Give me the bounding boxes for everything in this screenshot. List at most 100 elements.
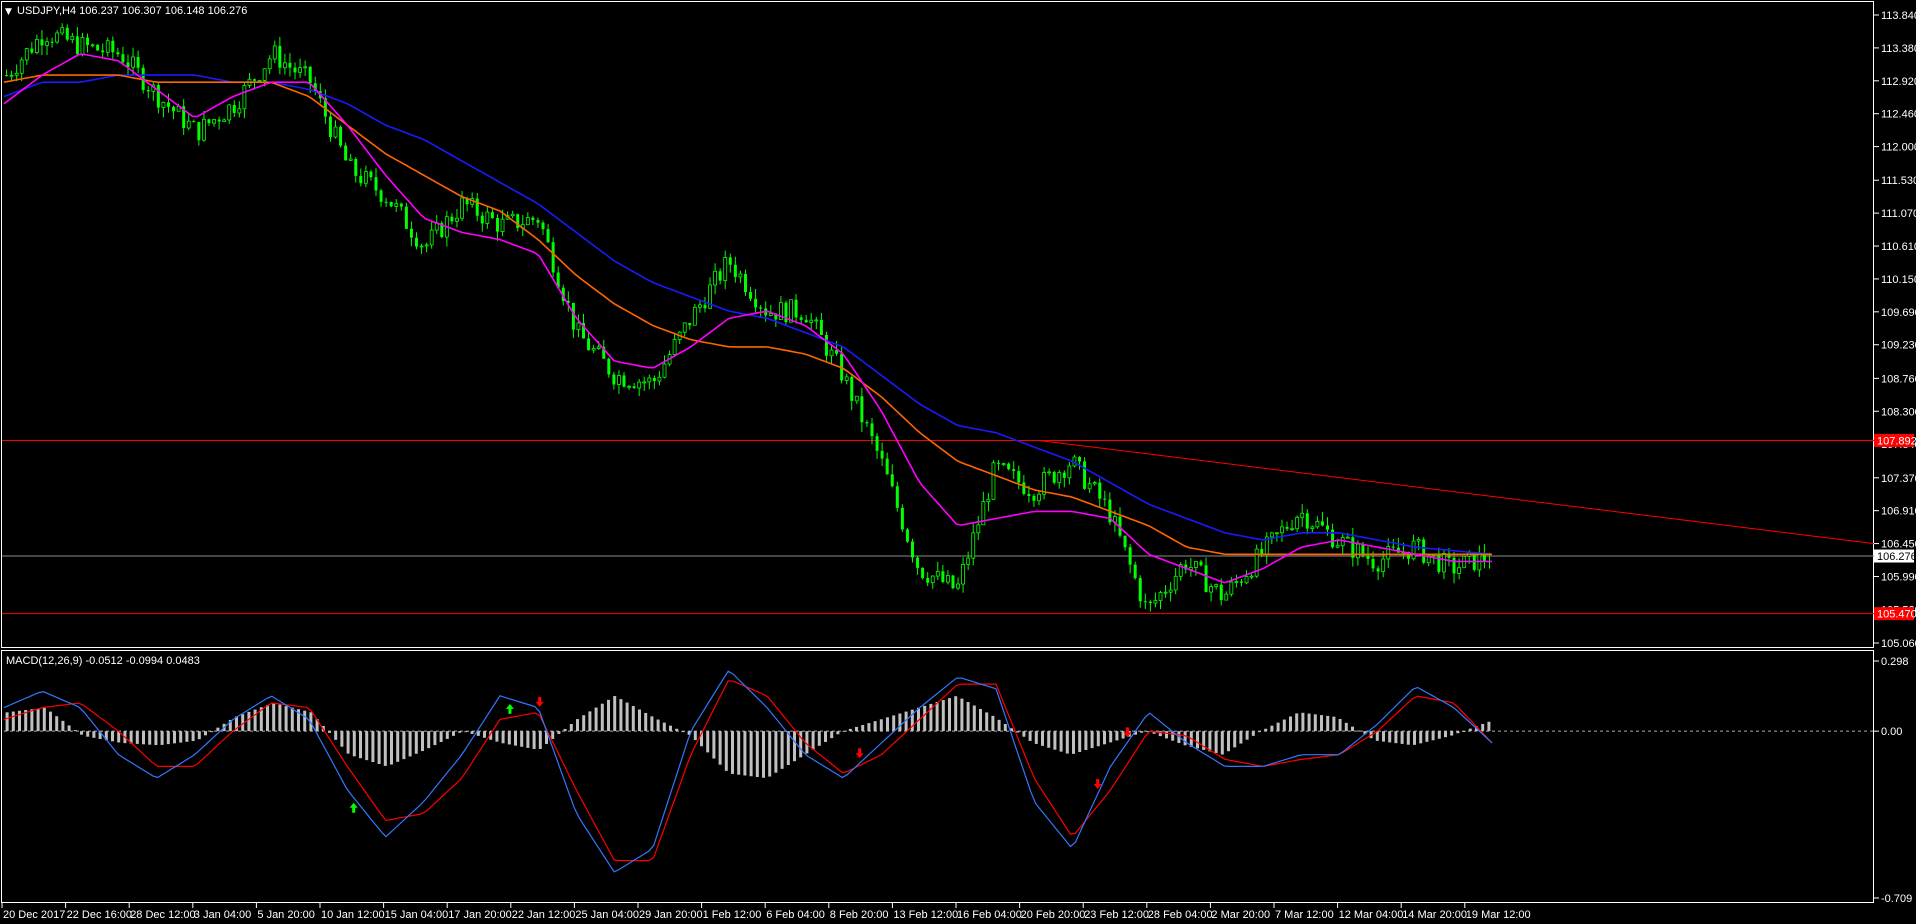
time-tick-label: 1 Feb 12:00 [703,909,762,921]
time-tick-label: 22 Jan 12:00 [512,909,576,921]
macd-histogram-bar [1016,731,1020,733]
macd-histogram-bar [811,731,815,750]
candle [784,300,788,326]
time-tick-label: 13 Feb 12:00 [893,909,958,921]
macd-histogram-bar [1047,731,1051,748]
macd-histogram-bar [656,719,660,732]
macd-histogram-bar [706,731,710,753]
macd-histogram-bar [1468,728,1472,732]
time-tick-label: 15 Jan 04:00 [385,909,449,921]
macd-histogram-bar [1282,719,1286,732]
macd-histogram-bar [941,700,945,732]
macd-histogram-bar [1090,731,1094,749]
price-tick-label: 112.000 [1881,142,1916,154]
time-tick-label: 28 Feb 04:00 [1148,909,1213,921]
macd-histogram-bar [507,731,511,745]
macd-tick-label: -0.709 [1881,893,1912,905]
macd-histogram-bar [80,731,83,735]
macd-histogram-bar [873,721,877,732]
macd-histogram-bar [619,699,623,732]
price-tick-label: 112.460 [1881,109,1916,121]
macd-histogram-bar [452,731,455,736]
macd-histogram-bar [594,707,598,732]
candle [900,504,904,532]
time-tick-label: 2 Mar 20:00 [1211,909,1270,921]
price-tick-label: 109.690 [1881,307,1916,319]
macd-histogram-bar [662,722,666,732]
price-tick-label: 110.150 [1881,274,1916,286]
time-tick-label: 6 Feb 04:00 [766,909,825,921]
macd-histogram-bar [204,731,207,736]
price-tick-label: 107.370 [1881,473,1916,485]
macd-histogram-bar [780,731,784,769]
time-tick-label: 3 Jan 04:00 [194,909,252,921]
macd-histogram-bar [166,731,170,745]
macd-histogram-bar [985,712,989,732]
time-tick-label: 25 Jan 04:00 [575,909,639,921]
macd-histogram-bar [638,709,641,732]
trading-chart[interactable]: 113.840 113.380 112.920 112.460 112.000 111.5… [0,0,1916,924]
candle [339,125,343,148]
macd-histogram-bar [1382,731,1385,742]
macd-histogram-bar [371,731,375,763]
macd-histogram-bar [1065,731,1069,754]
macd-histogram-bar [855,726,858,732]
macd-histogram-bar [650,716,654,732]
macd-histogram-bar [1140,731,1144,733]
lower-hline-label: 105.470 [1874,607,1916,621]
macd-histogram-bar [1406,731,1410,745]
macd-histogram-bar [1258,731,1261,733]
macd-histogram-bar [272,703,276,732]
macd-histogram-bar [5,712,9,732]
svg-text:106.276: 106.276 [1877,551,1916,563]
price-tick-label: 108.300 [1881,406,1916,418]
macd-histogram-bar [712,731,716,759]
macd-histogram-bar [1245,731,1249,740]
macd-histogram-bar [328,731,331,733]
macd-histogram-bar [1034,731,1038,744]
macd-histogram-bar [1165,731,1168,739]
macd-histogram-bar [520,731,524,747]
time-tick-label: 23 Feb 12:00 [1084,909,1149,921]
candle [551,237,555,278]
macd-histogram-bar [569,723,573,732]
macd-histogram-bar [886,717,889,732]
candle [1254,544,1259,578]
time-tick-label: 20 Feb 20:00 [1021,909,1086,921]
macd-histogram-bar [1078,731,1082,752]
macd-histogram-bar [216,727,220,732]
macd-histogram-bar [1450,731,1454,736]
macd-histogram-bar [774,731,778,773]
macd-histogram-bar [86,731,90,737]
time-tick-label: 20 Dec 2017 [3,909,65,921]
macd-histogram-bar [421,731,424,752]
price-tick-label: 105.060 [1881,638,1916,650]
macd-histogram-bar [11,711,15,732]
macd-histogram-bar [793,731,796,762]
macd-histogram-bar [92,731,96,738]
macd-histogram-bar [210,731,214,733]
macd-histogram-bar [768,731,772,777]
macd-histogram-bar [979,708,982,732]
macd-histogram-bar [824,731,827,742]
macd-histogram-bar [73,730,77,732]
macd-histogram-bar [427,731,431,749]
macd-histogram-bar [613,696,617,732]
macd-title: MACD(12,26,9) -0.0512 -0.0994 0.0483 [6,655,200,667]
time-tick-label: 29 Jan 20:00 [639,909,703,921]
candle [951,574,955,590]
macd-histogram-bar [1394,731,1398,744]
macd-histogram-bar [1103,731,1106,745]
time-tick-label: 17 Jan 20:00 [448,909,512,921]
macd-histogram-bar [483,731,486,738]
macd-histogram-bar [557,731,561,734]
time-tick-label: 8 Feb 20:00 [830,909,889,921]
chart-menu-arrow-icon[interactable]: ▼ [5,7,12,17]
macd-histogram-bar [861,725,865,732]
macd-histogram-bar [1115,731,1119,741]
macd-histogram-bar [36,708,40,732]
macd-histogram-bar [582,715,586,732]
macd-histogram-bar [408,731,412,757]
macd-tick-label: 0.00 [1881,726,1902,738]
macd-histogram-bar [1332,716,1336,732]
